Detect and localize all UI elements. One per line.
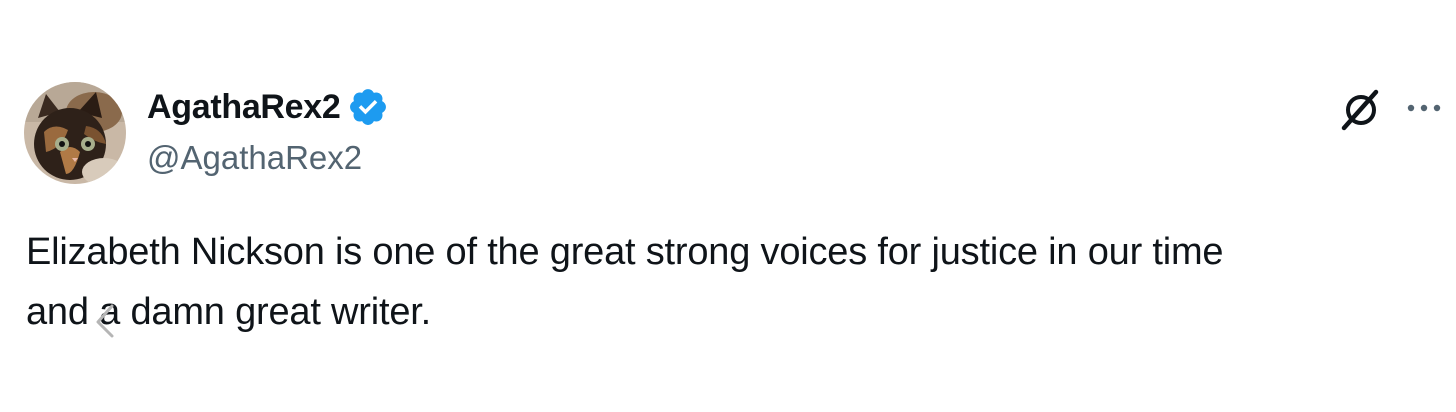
cat-avatar-icon	[24, 82, 126, 184]
tweet-card: AgathaRex2 @AgathaRex2 Elizabeth Nickson…	[0, 0, 1456, 412]
verified-badge-icon	[347, 86, 389, 128]
tweet-text: Elizabeth Nickson is one of the great st…	[26, 231, 1224, 333]
author-handle[interactable]: @AgathaRex2	[147, 136, 362, 180]
author-display-name[interactable]: AgathaRex2	[147, 88, 341, 127]
grok-icon[interactable]	[1336, 84, 1386, 134]
author-avatar[interactable]	[24, 82, 126, 184]
more-options-icon[interactable]	[1404, 96, 1444, 120]
author-name-row: AgathaRex2	[147, 84, 389, 130]
